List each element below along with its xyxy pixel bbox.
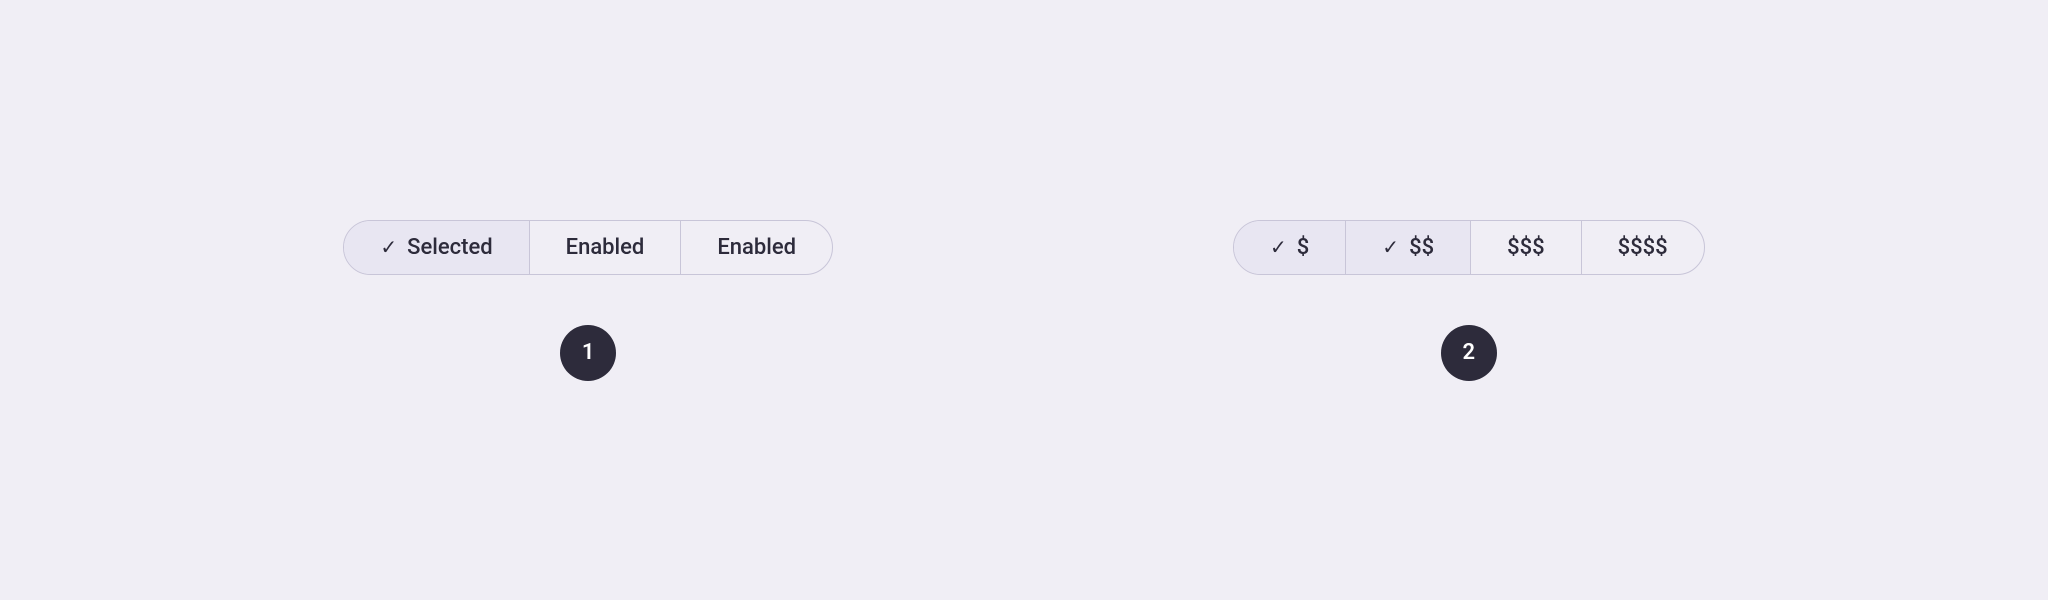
segment-dollar-4[interactable]: $$$$ <box>1582 221 1704 274</box>
badge-2: 2 <box>1441 325 1497 381</box>
segment-dollar-2[interactable]: ✓ $$ <box>1346 221 1471 274</box>
demo-section-1: ✓ Selected Enabled Enabled 1 <box>343 220 833 381</box>
check-icon-1: ✓ <box>380 235 397 259</box>
segment-selected[interactable]: ✓ Selected <box>344 221 529 274</box>
segment-dollar-1[interactable]: ✓ $ <box>1234 221 1346 274</box>
segment-selected-label: Selected <box>407 235 493 260</box>
segment-dollar-4-label: $$$$ <box>1618 235 1668 260</box>
segment-enabled-1-label: Enabled <box>566 235 645 260</box>
check-icon-2a: ✓ <box>1270 235 1287 259</box>
segment-enabled-1[interactable]: Enabled <box>530 221 682 274</box>
segment-dollar-3-label: $$$ <box>1507 235 1545 260</box>
segmented-control-2: ✓ $ ✓ $$ $$$ $$$$ <box>1233 220 1705 275</box>
segment-dollar-1-label: $ <box>1297 235 1310 260</box>
main-container: ✓ Selected Enabled Enabled 1 ✓ $ ✓ $$ <box>343 220 1704 381</box>
check-icon-2b: ✓ <box>1382 235 1399 259</box>
segment-enabled-2[interactable]: Enabled <box>681 221 832 274</box>
badge-1: 1 <box>560 325 616 381</box>
segment-enabled-2-label: Enabled <box>717 235 796 260</box>
segment-dollar-3[interactable]: $$$ <box>1471 221 1582 274</box>
demo-section-2: ✓ $ ✓ $$ $$$ $$$$ 2 <box>1233 220 1705 381</box>
segment-dollar-2-label: $$ <box>1409 235 1434 260</box>
segmented-control-1: ✓ Selected Enabled Enabled <box>343 220 833 275</box>
